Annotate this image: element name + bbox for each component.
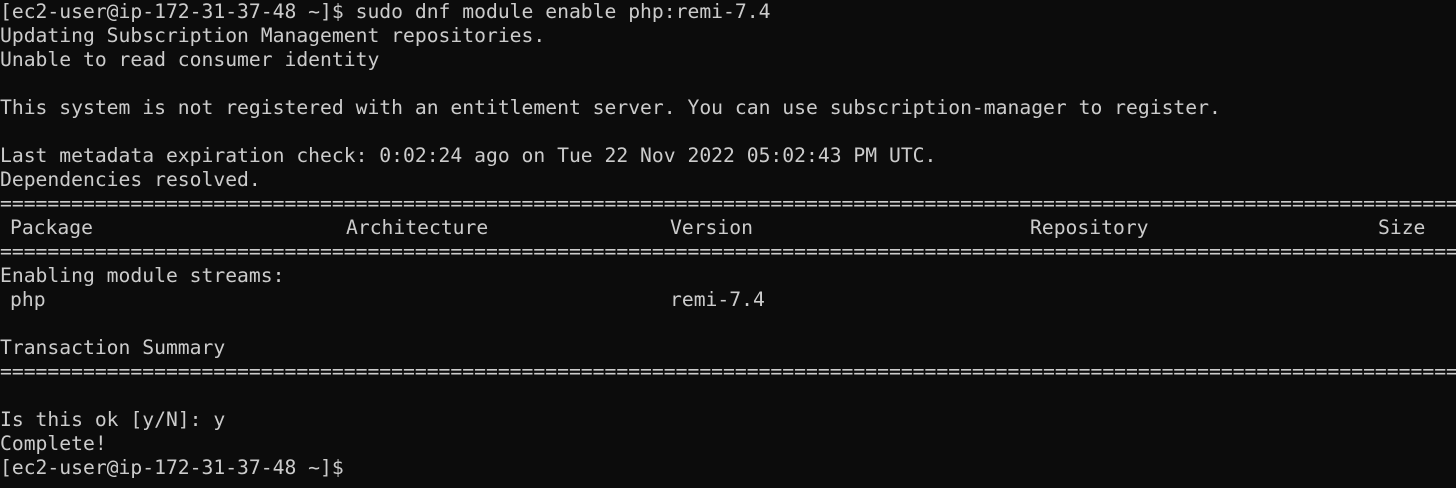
table-row: php remi-7.4 bbox=[0, 288, 1456, 312]
terminal-window[interactable]: [ec2-user@ip-172-31-37-48 ~]$ sudo dnf m… bbox=[0, 0, 1456, 488]
prompt-answer-line: Is this ok [y/N]: y bbox=[0, 408, 226, 431]
separator-rule: ========================================… bbox=[0, 360, 1456, 383]
column-header-size: Size bbox=[1378, 216, 1426, 239]
output-line: Last metadata expiration check: 0:02:24 … bbox=[0, 144, 937, 167]
output-line: Complete! bbox=[0, 432, 107, 455]
package-name: php bbox=[10, 288, 46, 311]
separator-rule: ========================================… bbox=[0, 240, 1456, 263]
output-line: Unable to read consumer identity bbox=[0, 48, 380, 71]
section-label: Enabling module streams: bbox=[0, 264, 285, 287]
column-header-architecture: Architecture bbox=[346, 216, 489, 239]
column-header-package: Package bbox=[10, 216, 93, 239]
prompt-text: [ec2-user@ip-172-31-37-48 ~]$ bbox=[0, 456, 344, 479]
shell-prompt[interactable]: [ec2-user@ip-172-31-37-48 ~]$ bbox=[0, 456, 1456, 480]
section-label: Transaction Summary bbox=[0, 336, 226, 359]
table-header: Package Architecture Version Repository … bbox=[0, 216, 1456, 240]
column-header-version: Version bbox=[670, 216, 753, 239]
package-version: remi-7.4 bbox=[670, 288, 765, 311]
command-line: [ec2-user@ip-172-31-37-48 ~]$ sudo dnf m… bbox=[0, 0, 771, 23]
output-line: Dependencies resolved. bbox=[0, 168, 261, 191]
separator-rule: ========================================… bbox=[0, 192, 1456, 215]
column-header-repository: Repository bbox=[1030, 216, 1149, 239]
output-line: This system is not registered with an en… bbox=[0, 96, 1221, 119]
output-line: Updating Subscription Management reposit… bbox=[0, 24, 546, 47]
